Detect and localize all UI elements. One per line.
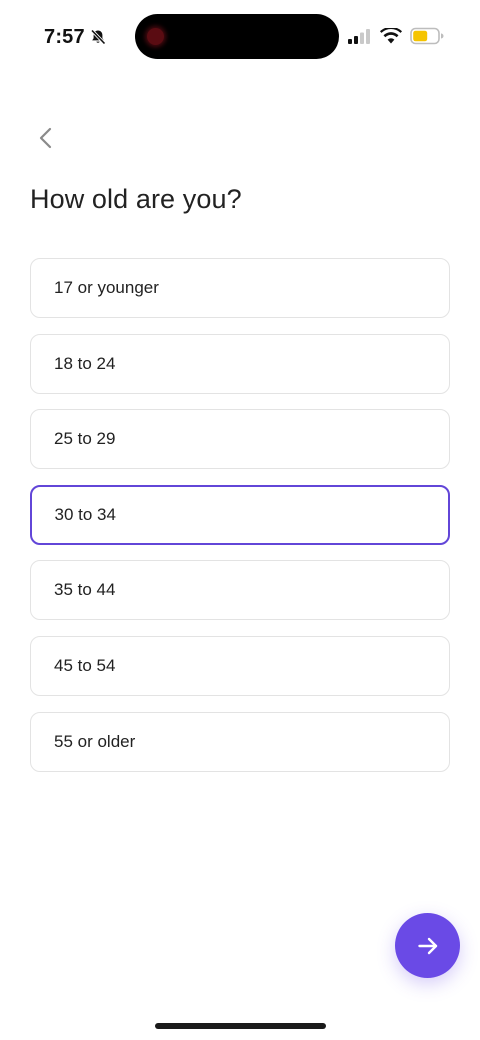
next-button[interactable] xyxy=(395,913,460,978)
status-icons xyxy=(348,26,444,46)
arrow-right-icon xyxy=(417,937,437,954)
age-options-list: 17 or younger 18 to 24 25 to 29 30 to 34… xyxy=(30,258,450,787)
age-option-label: 45 to 54 xyxy=(54,655,116,675)
chevron-left-icon xyxy=(39,127,52,149)
status-bar: 7:57 xyxy=(0,0,480,72)
home-indicator xyxy=(155,1023,326,1029)
age-option-25-to-29[interactable]: 25 to 29 xyxy=(30,409,450,470)
age-option-label: 35 to 44 xyxy=(54,580,116,600)
page-title: How old are you? xyxy=(30,184,242,214)
age-option-17-or-younger[interactable]: 17 or younger xyxy=(30,258,450,318)
age-option-label: 17 or younger xyxy=(54,278,159,297)
camera-indicator xyxy=(147,28,164,45)
bell-slash-icon xyxy=(90,29,106,45)
dynamic-island xyxy=(135,14,339,59)
status-time-group: 7:57 xyxy=(44,24,107,50)
age-option-label: 55 or older xyxy=(54,731,136,751)
age-option-18-to-24[interactable]: 18 to 24 xyxy=(30,333,450,394)
age-option-55-or-older[interactable]: 55 or older xyxy=(30,711,450,772)
age-option-30-to-34[interactable]: 30 to 34 xyxy=(30,484,450,545)
age-option-45-to-54[interactable]: 45 to 54 xyxy=(30,635,450,696)
age-option-35-to-44[interactable]: 35 to 44 xyxy=(30,560,450,621)
back-button[interactable] xyxy=(30,122,60,154)
battery-icon xyxy=(410,27,444,45)
status-time: 7:57 xyxy=(44,25,85,48)
age-option-label: 30 to 34 xyxy=(54,504,116,524)
age-option-label: 18 to 24 xyxy=(54,353,116,373)
app-screen: 7:57 How old are you? 17 or younger 18 t… xyxy=(0,0,480,1040)
wifi-icon xyxy=(380,28,402,44)
cellular-signal-icon xyxy=(348,29,370,44)
age-option-label: 25 to 29 xyxy=(54,429,116,449)
